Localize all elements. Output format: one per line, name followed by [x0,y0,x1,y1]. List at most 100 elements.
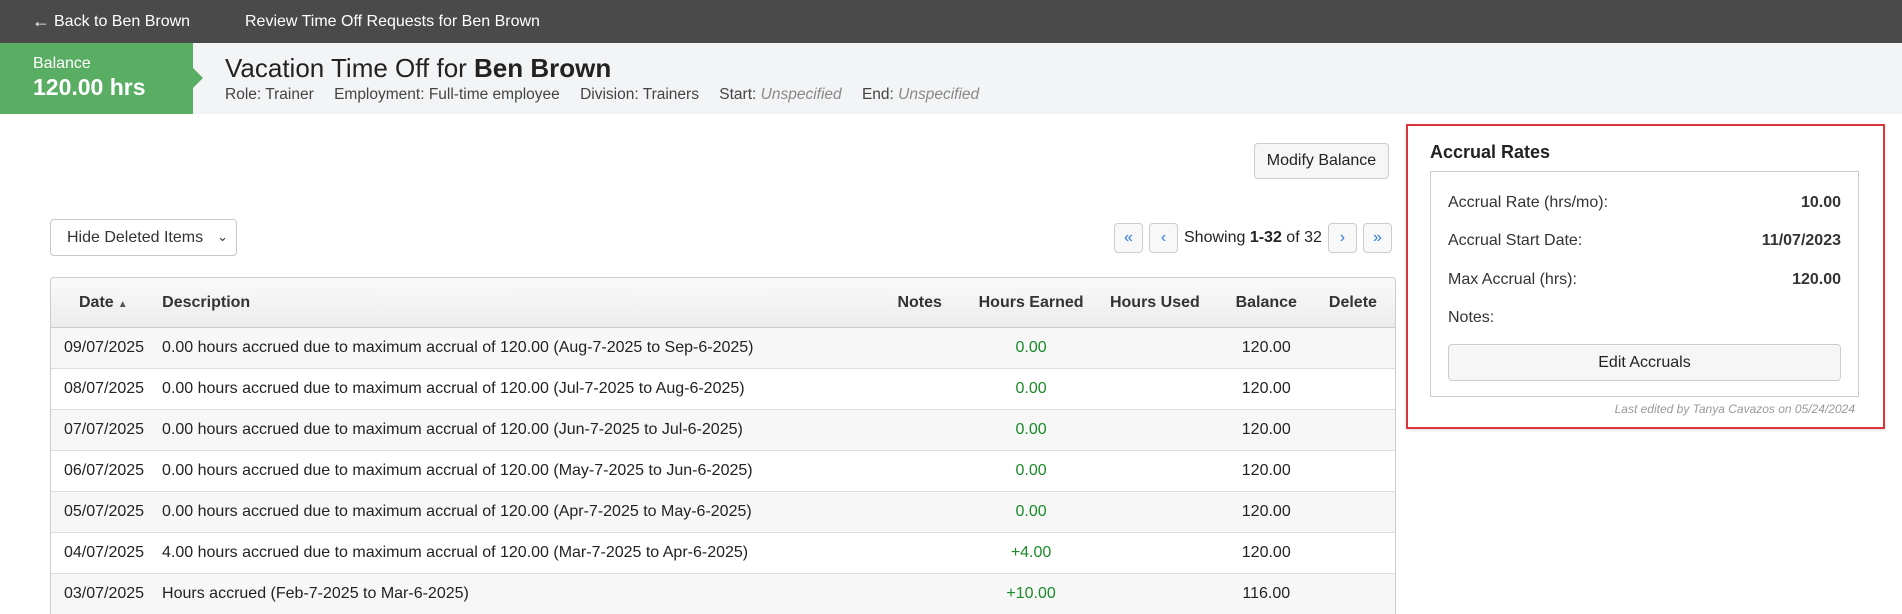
chevron-left-icon: ‹ [1160,229,1167,246]
col-date[interactable]: Date ▲ [51,294,162,312]
last-edited-note: Last edited by Tanya Cavazos on 05/24/20… [1614,402,1855,416]
accrual-rates-panel: Accrual Rates Accrual Rate (hrs/mo): 10.… [1406,124,1885,429]
pagination: « ‹ Showing 1-32 of 32 › » [1114,223,1392,253]
accrual-rate-row: Accrual Rate (hrs/mo): 10.00 [1448,194,1841,212]
max-accrual-value: 120.00 [1792,271,1841,288]
cell-hours-earned: 0.00 [1015,503,1047,520]
accrual-rate-label: Accrual Rate (hrs/mo): [1448,194,1609,211]
table-row: 07/07/2025 0.00 hours accrued due to max… [51,410,1395,451]
showing-count: Showing 1-32 of 32 [1184,229,1322,247]
cell-date: 06/07/2025 [64,462,145,479]
meta-start-value: Unspecified [760,86,842,103]
showing-prefix: Showing [1184,229,1250,246]
meta-division: Division: Trainers [580,86,699,103]
col-hours-used: Hours Used [1109,293,1200,311]
cell-balance: 116.00 [1242,585,1291,602]
meta-end-label: End: [861,86,894,103]
table-row: 09/07/2025 0.00 hours accrued due to max… [51,328,1395,369]
cell-hours-earned: +10.00 [1006,585,1056,602]
col-delete: Delete [1328,293,1377,311]
accrual-notes-label: Notes: [1448,309,1495,326]
meta-role-value: Trainer [265,86,314,103]
meta-division-label: Division: [580,86,639,103]
back-link[interactable]: ← Back to Ben Brown [32,0,190,43]
col-date-label: Date [79,293,114,311]
prev-page-button[interactable]: ‹ [1149,223,1178,253]
breadcrumb: Review Time Off Requests for Ben Brown [245,12,540,30]
title-prefix: Vacation Time Off for [225,53,475,83]
cell-description: 0.00 hours accrued due to maximum accrua… [162,503,752,520]
cell-balance: 120.00 [1241,421,1291,438]
meta-end: End: Unspecified [862,86,979,103]
top-bar: ← Back to Ben Brown Review Time Off Requ… [0,0,1902,43]
max-accrual-label: Max Accrual (hrs): [1448,271,1577,288]
showing-range: 1-32 [1249,229,1282,246]
cell-date: 09/07/2025 [64,339,145,356]
title-block: Vacation Time Off for Ben Brown Role: Tr… [225,51,995,104]
last-page-button[interactable]: » [1362,223,1392,253]
filter-selected-value: Hide Deleted Items [67,228,204,246]
table-row: 04/07/2025 4.00 hours accrued due to max… [51,533,1395,574]
cell-description: Hours accrued (Feb-7-2025 to Mar-6-2025) [162,585,469,602]
meta-division-value: Trainers [642,86,699,103]
meta-role: Role: Trainer [225,86,314,103]
cell-balance: 120.00 [1241,462,1291,479]
meta-employment-label: Employment: [334,86,425,103]
cell-description: 0.00 hours accrued due to maximum accrua… [162,380,745,397]
cell-balance: 120.00 [1241,503,1291,520]
double-chevron-left-icon: « [1124,229,1133,246]
col-notes: Notes [897,293,942,311]
title-employee-name: Ben Brown [474,53,612,83]
cell-date: 07/07/2025 [64,421,145,438]
accrual-rates-title: Accrual Rates [1430,142,1551,162]
col-description: Description [162,293,251,311]
cell-date: 05/07/2025 [64,503,145,520]
meta-start: Start: Unspecified [719,86,841,103]
deleted-items-filter-select[interactable]: Hide Deleted Items ⌄ [50,219,237,256]
cell-date: 04/07/2025 [64,544,145,561]
cell-date: 03/07/2025 [64,585,145,602]
cell-description: 0.00 hours accrued due to maximum accrua… [162,462,753,479]
double-chevron-right-icon: » [1372,229,1382,246]
table-row: 05/07/2025 0.00 hours accrued due to max… [51,492,1395,533]
table-body: 09/07/2025 0.00 hours accrued due to max… [51,328,1395,614]
accrual-start-label: Accrual Start Date: [1448,232,1583,249]
table-header: Date ▲ Description Notes Hours Earned Hou… [51,278,1395,328]
left-arrow-icon: ← [32,11,50,31]
col-balance: Balance [1235,293,1297,311]
accrual-details: Accrual Rate (hrs/mo): 10.00 Accrual Sta… [1430,171,1859,397]
time-off-table: Date ▲ Description Notes Hours Earned Hou… [50,277,1396,614]
page-title: Vacation Time Off for Ben Brown [225,51,995,85]
chevron-right-icon: › [1339,229,1346,246]
showing-suffix: of 32 [1281,229,1322,246]
next-page-button[interactable]: › [1327,223,1357,253]
cell-description: 4.00 hours accrued due to maximum accrua… [162,544,749,561]
max-accrual-row: Max Accrual (hrs): 120.00 [1448,271,1841,289]
chevron-down-icon: ⌄ [217,229,228,244]
modify-balance-button[interactable]: Modify Balance [1254,143,1389,179]
first-page-button[interactable]: « [1114,223,1143,253]
cell-balance: 120.00 [1241,339,1291,356]
cell-hours-earned: 0.00 [1015,380,1047,397]
table-row: 03/07/2025 Hours accrued (Feb-7-2025 to … [51,574,1395,614]
meta-start-label: Start: [719,86,757,103]
accrual-start-row: Accrual Start Date: 11/07/2023 [1448,232,1841,250]
meta-employment: Employment: Full-time employee [334,86,560,103]
edit-accruals-button[interactable]: Edit Accruals [1448,344,1841,381]
cell-description: 0.00 hours accrued due to maximum accrua… [162,421,743,438]
page-header: Balance 120.00 hrs Vacation Time Off for… [0,43,1902,114]
employee-meta: Role: Trainer Employment: Full-time empl… [225,86,995,104]
cell-hours-earned: 0.00 [1015,421,1047,438]
cell-balance: 120.00 [1241,380,1291,397]
cell-hours-earned: 0.00 [1015,339,1047,356]
accrual-rate-value: 10.00 [1800,194,1841,211]
cell-date: 08/07/2025 [64,380,145,397]
meta-employment-value: Full-time employee [428,86,560,103]
col-hours-earned: Hours Earned [978,293,1084,311]
balance-value: 120.00 hrs [33,74,146,100]
cell-hours-earned: +4.00 [1010,544,1052,561]
balance-label: Balance [33,55,91,72]
meta-end-value: Unspecified [898,86,980,103]
balance-badge: Balance 120.00 hrs [0,43,203,114]
table-row: 06/07/2025 0.00 hours accrued due to max… [51,451,1395,492]
